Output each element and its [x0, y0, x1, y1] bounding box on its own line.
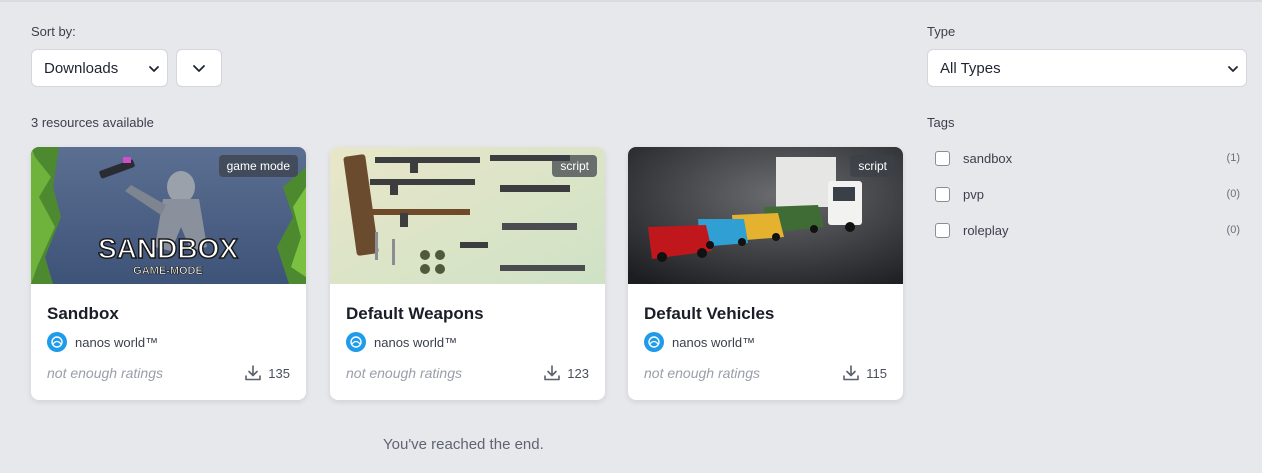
sort-select[interactable]: Downloads [31, 49, 168, 87]
resource-type-badge: script [850, 155, 895, 177]
author-name: nanos world™ [672, 334, 756, 350]
download-count-value: 115 [866, 365, 887, 381]
resource-type-badge: game mode [218, 155, 298, 177]
tag-checkbox[interactable] [935, 222, 950, 238]
author-name: nanos world™ [75, 334, 159, 350]
rating-text: not enough ratings [644, 365, 760, 381]
author-name: nanos world™ [374, 334, 458, 350]
tag-count: (1) [1226, 152, 1240, 164]
tag-filter-pvp[interactable]: pvp (0) [935, 185, 1240, 203]
type-select-value: All Types [940, 59, 1001, 77]
download-icon [245, 365, 262, 381]
sort-select-value: Downloads [44, 59, 119, 77]
type-select[interactable]: All Types [927, 49, 1247, 87]
results-count: 3 resources available [31, 115, 154, 130]
card-thumbnail: script [628, 147, 903, 284]
chevron-down-icon [1228, 66, 1238, 72]
tag-count: (0) [1226, 224, 1240, 236]
card-title[interactable]: Sandbox [47, 304, 119, 324]
nanos-world-logo-icon [346, 332, 366, 352]
thumbnail-subtitle: GAME-MODE [133, 265, 203, 277]
download-count: 115 [842, 364, 887, 382]
download-count-value: 123 [567, 365, 589, 381]
resource-card-default-vehicles[interactable]: script Default Vehicles nanos world™ not… [628, 147, 903, 400]
download-count-value: 135 [268, 365, 290, 381]
tag-filter-sandbox[interactable]: sandbox (1) [935, 149, 1240, 167]
thumbnail-title: SANDBOX [98, 233, 238, 264]
nanos-world-logo-icon [644, 332, 664, 352]
chevron-down-icon [193, 65, 205, 72]
resource-card-default-weapons[interactable]: script Default Weapons nanos world™ not … [330, 147, 605, 400]
card-title[interactable]: Default Weapons [346, 304, 484, 324]
tag-name: pvp [963, 186, 984, 202]
rating-text: not enough ratings [47, 365, 163, 381]
tag-name: sandbox [963, 150, 1013, 166]
card-author[interactable]: nanos world™ [644, 332, 755, 352]
sort-order-button[interactable] [176, 49, 222, 87]
tag-name: roleplay [963, 222, 1009, 238]
chevron-down-icon [149, 66, 159, 72]
tag-count: (0) [1226, 188, 1240, 200]
nanos-world-logo-icon [47, 332, 67, 352]
tag-checkbox[interactable] [935, 150, 950, 166]
sort-label: Sort by: [31, 24, 76, 39]
tags-label: Tags [927, 115, 955, 130]
rating-text: not enough ratings [346, 365, 462, 381]
tag-checkbox[interactable] [935, 186, 950, 202]
card-thumbnail: script [330, 147, 605, 284]
resource-type-badge: script [552, 155, 597, 177]
download-count: 135 [244, 364, 290, 382]
top-divider [0, 0, 1262, 2]
resource-card-sandbox[interactable]: SANDBOX GAME-MODE game mode Sandbox nano… [31, 147, 306, 400]
download-icon [544, 365, 561, 381]
download-count: 123 [543, 364, 589, 382]
download-icon [843, 365, 860, 381]
card-title[interactable]: Default Vehicles [644, 304, 774, 324]
card-author[interactable]: nanos world™ [47, 332, 158, 352]
type-label: Type [927, 24, 956, 39]
end-of-list-text: You've reached the end. [383, 436, 544, 453]
tag-filter-roleplay[interactable]: roleplay (0) [935, 221, 1240, 239]
card-author[interactable]: nanos world™ [346, 332, 457, 352]
card-thumbnail: SANDBOX GAME-MODE game mode [31, 147, 306, 284]
